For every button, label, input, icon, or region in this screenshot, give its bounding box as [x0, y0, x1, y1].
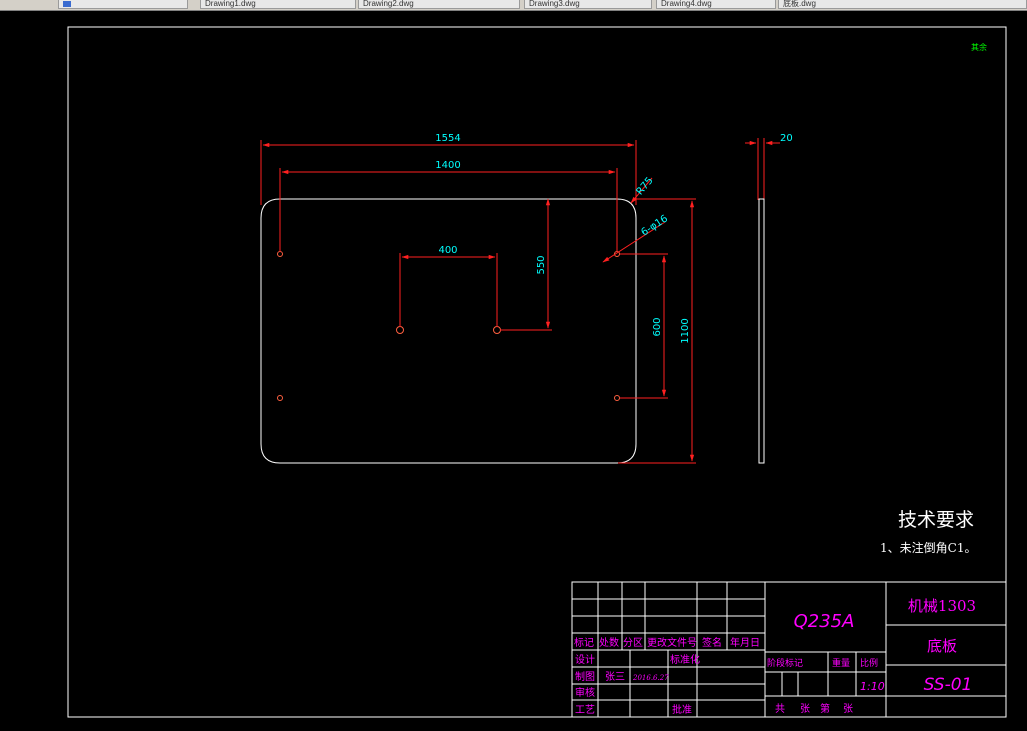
- dim-text-thickness: 20: [780, 133, 793, 144]
- tb-header-change-doc: 更改文件号: [647, 636, 697, 649]
- dim-text-corner-radius: R75: [635, 175, 656, 197]
- tb-approve-label: 批准: [672, 703, 692, 716]
- tech-requirements-title: 技术要求: [898, 509, 974, 531]
- tb-header-date: 年月日: [730, 636, 760, 649]
- dim-text-holes: 6-φ16: [639, 213, 670, 238]
- dim-text-overall-height: 1100: [680, 318, 691, 343]
- cad-canvas[interactable]: 其余 1554 1400 400 550 R75 6-φ16 600 1100 …: [0, 0, 1027, 731]
- tech-requirements-item: 1、未注倒角C1。: [880, 540, 976, 555]
- side-view-outline: [758, 198, 765, 464]
- tb-drafter-name: 张三: [605, 671, 625, 683]
- hole: [277, 251, 283, 257]
- hole: [277, 395, 283, 401]
- tb-drafter-date: 2016.6.27: [632, 674, 669, 682]
- dim-text-hole-span-y: 600: [652, 317, 663, 336]
- dim-text-center-offset: 550: [536, 255, 547, 274]
- hole: [396, 326, 404, 334]
- tb-ratio-label: 比例: [860, 657, 878, 669]
- tb-drawing-no: SS-01: [924, 675, 973, 695]
- tb-header-mark: 标记: [574, 637, 594, 649]
- tb-sheet-label: 张: [800, 703, 810, 715]
- dim-text-center-spacing: 400: [438, 245, 457, 256]
- tb-header-count: 处数: [599, 636, 619, 649]
- hole: [614, 395, 620, 401]
- tb-total-label: 共: [775, 703, 785, 715]
- dim-text-hole-span-x: 1400: [435, 160, 460, 171]
- tb-part-name: 底板: [927, 637, 957, 655]
- hole: [493, 326, 501, 334]
- tb-material: Q235A: [794, 611, 855, 632]
- corner-mark: 其余: [971, 42, 987, 52]
- tb-sheet2-label: 张: [843, 703, 853, 715]
- tb-class-name: 机械1303: [908, 597, 976, 615]
- tb-review-label: 审核: [575, 686, 595, 699]
- tb-standardize-label: 标准化: [670, 653, 700, 666]
- tb-drafter-label: 制图: [575, 670, 595, 683]
- tb-header-sign: 签名: [702, 636, 722, 649]
- tb-process-label: 工艺: [575, 704, 595, 716]
- tb-no-label: 第: [820, 702, 830, 715]
- plate-outline: [260, 198, 637, 464]
- drawing-frame: [67, 26, 1007, 718]
- tb-designer-label: 设计: [575, 653, 595, 666]
- tb-header-zone: 分区: [623, 637, 643, 649]
- tb-stage-label: 阶段标记: [767, 657, 803, 669]
- dim-text-overall-width: 1554: [435, 133, 460, 144]
- tb-scale: 1:10: [860, 680, 885, 693]
- tb-weight-label: 重量: [832, 657, 850, 669]
